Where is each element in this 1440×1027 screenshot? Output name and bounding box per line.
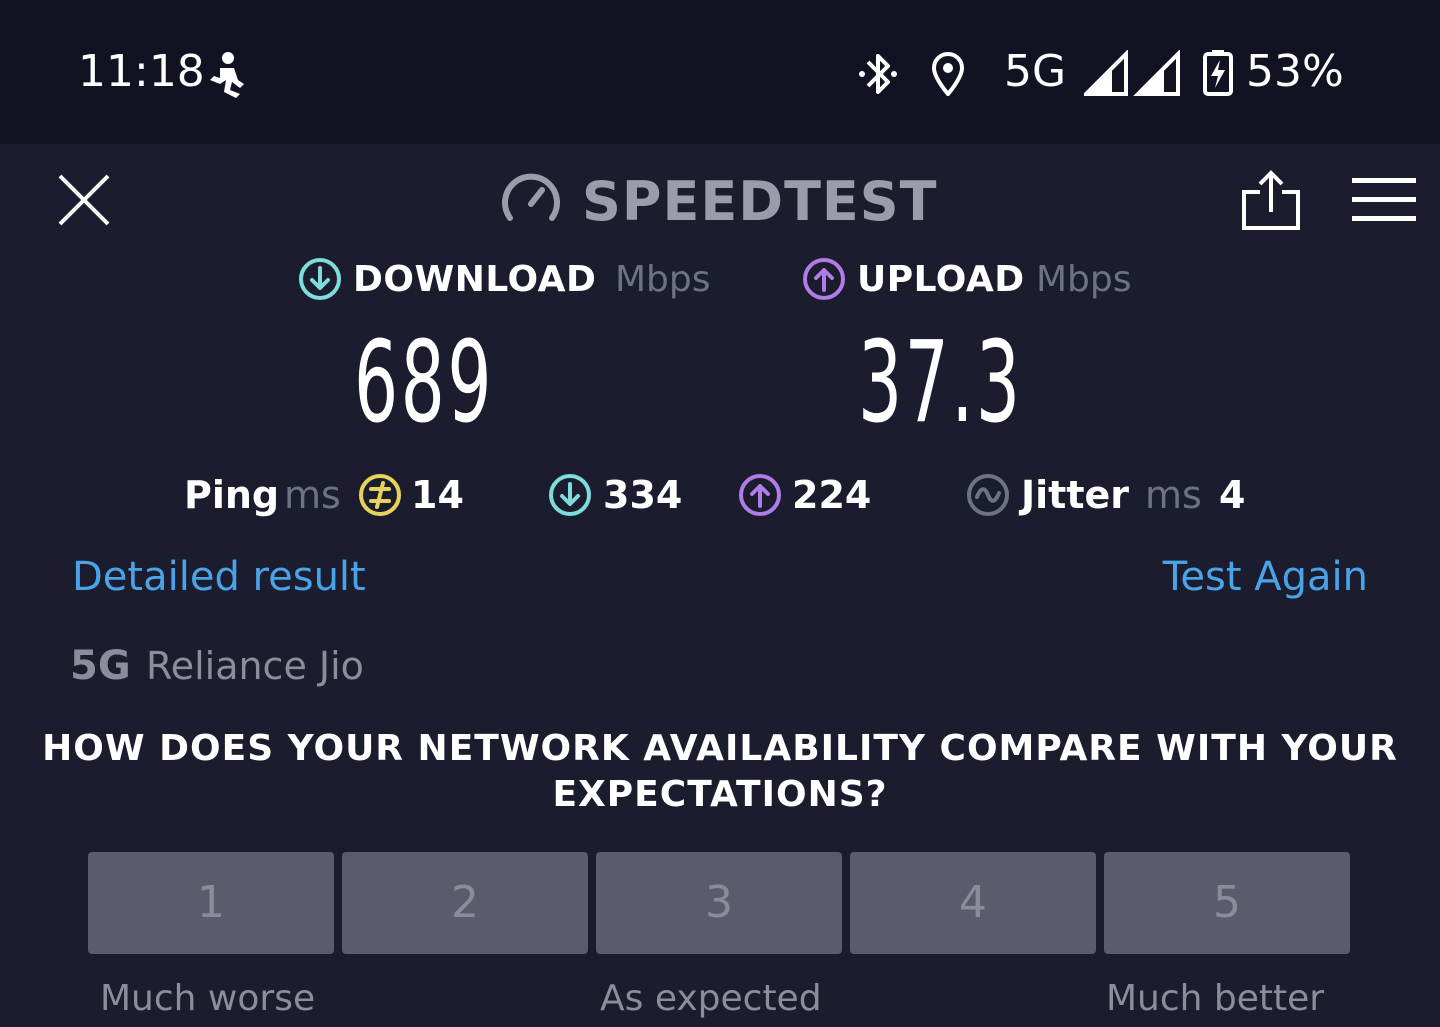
location-icon bbox=[930, 52, 966, 96]
rating-button-3[interactable]: 3 bbox=[596, 852, 842, 954]
download-latency-value: 334 bbox=[603, 473, 683, 517]
battery-charging-icon bbox=[1202, 48, 1234, 96]
ping-label: Ping bbox=[184, 473, 280, 517]
speedometer-icon bbox=[500, 170, 562, 226]
download-icon bbox=[298, 257, 342, 301]
carrier-name: Reliance Jio bbox=[146, 644, 364, 688]
download-unit: Mbps bbox=[615, 259, 711, 300]
bluetooth-icon bbox=[856, 50, 900, 98]
carrier-network-tech: 5G bbox=[70, 643, 131, 689]
survey-question: HOW DOES YOUR NETWORK AVAILABILITY COMPA… bbox=[42, 728, 1398, 815]
upload-unit: Mbps bbox=[1036, 259, 1132, 300]
test-again-link[interactable]: Test Again bbox=[1163, 553, 1368, 601]
rating-label-mid: As expected bbox=[600, 978, 822, 1019]
rating-button-5[interactable]: 5 bbox=[1104, 852, 1350, 954]
ping-icon bbox=[358, 473, 402, 517]
jitter-value: 4 bbox=[1219, 473, 1246, 517]
upload-latency-value: 224 bbox=[792, 473, 872, 517]
network-type: 5G bbox=[1004, 46, 1067, 97]
jitter-icon bbox=[966, 473, 1010, 517]
rating-label-low: Much worse bbox=[100, 978, 316, 1019]
app-title: SPEEDTEST bbox=[582, 170, 938, 233]
download-latency-icon bbox=[548, 473, 592, 517]
download-value: 689 bbox=[354, 318, 494, 448]
status-time: 11:18 bbox=[78, 46, 205, 97]
share-icon[interactable] bbox=[1242, 170, 1300, 230]
menu-icon[interactable] bbox=[1352, 178, 1416, 222]
upload-latency-icon bbox=[738, 473, 782, 517]
battery-percent: 53% bbox=[1246, 46, 1344, 97]
running-person-icon bbox=[204, 50, 248, 98]
rating-button-4[interactable]: 4 bbox=[850, 852, 1096, 954]
rating-label-high: Much better bbox=[1106, 978, 1325, 1019]
rating-button-2[interactable]: 2 bbox=[342, 852, 588, 954]
upload-icon bbox=[802, 257, 846, 301]
detailed-result-link[interactable]: Detailed result bbox=[72, 553, 366, 601]
jitter-label: Jitter bbox=[1021, 473, 1130, 517]
ping-value: 14 bbox=[411, 473, 464, 517]
rating-button-1[interactable]: 1 bbox=[88, 852, 334, 954]
close-icon[interactable] bbox=[56, 172, 112, 228]
upload-value: 37.3 bbox=[858, 318, 1023, 448]
upload-label: UPLOAD bbox=[857, 259, 1025, 300]
jitter-unit: ms bbox=[1145, 473, 1202, 517]
status-bar: 11:18 5G 53% bbox=[0, 0, 1440, 144]
download-label: DOWNLOAD bbox=[353, 259, 597, 300]
ping-unit: ms bbox=[284, 473, 341, 517]
signal-icon bbox=[1084, 50, 1182, 96]
